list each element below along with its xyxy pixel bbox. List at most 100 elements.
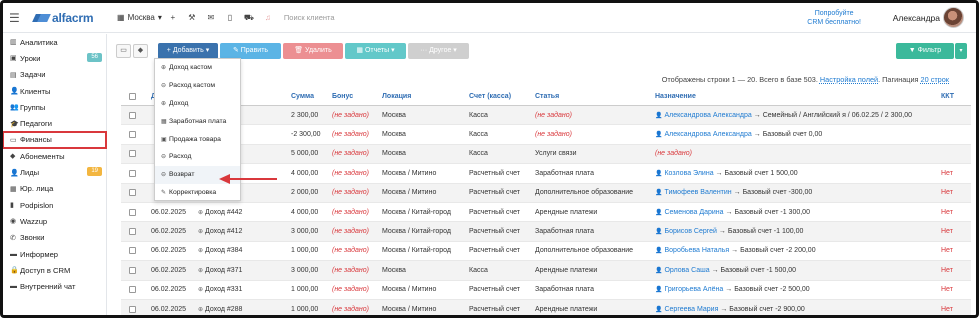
sidebar-item-clients[interactable]: 👤 Клиенты <box>3 83 106 99</box>
menu-icon[interactable]: ☰ <box>9 11 27 25</box>
row-checkbox[interactable] <box>129 242 139 260</box>
view-toggle-icon[interactable]: ▭ <box>116 44 131 58</box>
col-location[interactable]: Локация <box>382 88 467 105</box>
row-checkbox[interactable] <box>129 164 139 182</box>
pagination-link[interactable]: 20 строк <box>921 75 949 84</box>
sidebar-item-groups[interactable]: 👥 Группы <box>3 99 106 115</box>
row-checkbox[interactable] <box>129 300 139 315</box>
row-destination[interactable]: 👤 Александрова Александра → Базовый счет … <box>655 125 935 143</box>
row-person-link[interactable]: Борисов Сергей <box>664 228 716 235</box>
sidebar-item-chat[interactable]: ▬ Внутренний чат <box>3 278 106 294</box>
sidebar-item-analytics[interactable]: ▥ Аналитика <box>3 34 106 50</box>
row-name[interactable]: ⊕ Доход #412 <box>198 222 288 240</box>
row-checkbox[interactable] <box>129 261 139 279</box>
avatar[interactable] <box>943 7 964 28</box>
sidebar-item-subscriptions[interactable]: ◆ Абонементы <box>3 148 106 164</box>
sidebar-item-calls[interactable]: ✆ Звонки <box>3 230 106 246</box>
phone-icon[interactable]: ▯ <box>222 13 238 22</box>
cart-icon[interactable]: ⛟ <box>241 13 257 23</box>
dropdown-item-3[interactable]: ▦ Заработная плата <box>155 112 240 130</box>
row-person-link[interactable]: Семенова Дарина <box>664 209 723 216</box>
plus-icon[interactable]: + <box>165 13 181 22</box>
branch-selector[interactable]: ▦ Москва ▾ <box>117 13 162 22</box>
sidebar-item-legal[interactable]: ▦ Юр. лица <box>3 181 106 197</box>
user-name[interactable]: Александра <box>893 13 940 23</box>
row-name[interactable]: ⊕ Доход #384 <box>198 242 288 260</box>
table-row[interactable]: 06.02.2025 ⊕ Доход #442 4 000,00 (не задано)… <box>121 203 971 223</box>
row-name[interactable]: ⊕ Доход #371 <box>198 261 288 279</box>
row-checkbox[interactable] <box>129 184 139 202</box>
row-person-link[interactable]: Сергеева Мария <box>664 306 718 313</box>
sidebar-item-finances[interactable]: ▭ Финансы <box>3 130 107 150</box>
dropdown-item-7[interactable]: ✎ Корректировка <box>155 184 240 202</box>
col-destination[interactable]: Назначение <box>655 88 935 105</box>
row-destination[interactable]: (не задано) <box>655 145 935 163</box>
mail-icon[interactable]: ✉ <box>203 13 219 22</box>
table-row[interactable]: 06.02.2025 ⊕ Доход #331 1 000,00 (не задано)… <box>121 281 971 300</box>
table-row[interactable]: ⊕ход #502-2 300,00(не задано)МоскваКасса… <box>121 125 971 145</box>
bell-icon[interactable]: ♫ <box>260 13 276 22</box>
try-crm-link[interactable]: Попробуйте CRM бесплатно! <box>807 9 861 27</box>
reports-button[interactable]: ▦ Отчеты ▾ <box>345 43 406 59</box>
row-destination[interactable]: 👤 Александрова Александра → Семейный / Ан… <box>655 106 935 124</box>
row-destination[interactable]: 👤 Григорьева Алёна → Базовый счет -2 500,… <box>655 281 935 299</box>
table-row[interactable]: 06.02.2025 ⊕ Доход #412 3 000,00 (не задано)… <box>121 222 971 242</box>
row-person-link[interactable]: Воробьева Наталья <box>664 247 729 254</box>
col-bonus[interactable]: Бонус <box>332 88 380 105</box>
add-button[interactable]: + Добавить ▾ <box>158 43 218 59</box>
row-name[interactable]: ⊕ Доход #442 <box>198 203 288 221</box>
search-input[interactable]: Поиск клиента <box>284 13 484 22</box>
wrench-icon[interactable]: ⚒ <box>184 13 200 22</box>
tag-icon[interactable]: ◆ <box>133 44 148 58</box>
row-name[interactable]: ⊕ Доход #331 <box>198 281 288 299</box>
row-person-link[interactable]: Григорьева Алёна <box>664 286 723 293</box>
row-checkbox[interactable] <box>129 125 139 143</box>
delete-button[interactable]: 🗑 Удалить <box>283 43 343 59</box>
dropdown-item-4[interactable]: ▣ Продажа товара <box>155 130 240 148</box>
sidebar-item-podpislon[interactable]: ▮ Podpislon <box>3 197 106 213</box>
row-person-link[interactable]: Александрова Александра <box>664 112 751 119</box>
row-destination[interactable]: 👤 Сергеева Мария → Базовый счет -2 900,00 <box>655 300 935 315</box>
dropdown-item-1[interactable]: ⊖ Расход кастом <box>155 77 240 95</box>
row-destination[interactable]: 👤 Семенова Дарина → Базовый счет -1 300,0… <box>655 203 935 221</box>
row-checkbox[interactable] <box>129 281 139 299</box>
col-sum[interactable]: Сумма <box>291 88 331 105</box>
row-checkbox[interactable] <box>129 106 139 124</box>
row-person-link[interactable]: Александрова Александра <box>664 131 751 138</box>
sidebar-item-wazzup[interactable]: ◉ Wazzup <box>3 213 106 229</box>
table-row[interactable]: 5 000,00 (не задано) Москва Касса Услуги свя… <box>121 144 971 165</box>
select-all-checkbox[interactable] <box>129 88 139 105</box>
row-name[interactable]: ⊕ Доход #288 <box>198 300 288 315</box>
filter-dropdown-button[interactable]: ▾ <box>955 43 967 59</box>
row-person-link[interactable]: Козлова Элина <box>664 170 713 177</box>
row-checkbox[interactable] <box>129 203 139 221</box>
dropdown-item-2[interactable]: ⊕ Доход <box>155 95 240 113</box>
sidebar-item-access[interactable]: 🔒 Доступ в CRM <box>3 262 106 278</box>
dropdown-item-0[interactable]: ⊕ Доход кастом <box>155 59 240 77</box>
logo[interactable]: alfacrm <box>33 11 105 25</box>
col-article[interactable]: Статья <box>535 88 655 105</box>
sidebar-item-teachers[interactable]: 🎓 Педагоги <box>3 115 106 131</box>
row-destination[interactable]: 👤 Тимофеев Валентин → Базовый счет -300,0… <box>655 184 935 202</box>
sidebar-item-leads[interactable]: 👤 Лиды 19 <box>3 164 106 180</box>
table-row[interactable]: 06.02.2025 ⊕ Доход #288 1 000,00 (не задано)… <box>121 299 971 315</box>
row-destination[interactable]: 👤 Борисов Сергей → Базовый счет -1 100,00 <box>655 222 935 240</box>
table-row[interactable]: 06.02.2025 ⊕ Доход #384 1 000,00 (не задано)… <box>121 242 971 262</box>
row-person-link[interactable]: Орлова Саша <box>664 267 709 274</box>
fields-settings-link[interactable]: Настройка полей <box>820 75 878 84</box>
sidebar-item-tasks[interactable]: ▤ Задачи <box>3 67 106 83</box>
table-row[interactable]: ⊕ход #5032 300,00(не задано)МоскваКасса(… <box>121 106 971 126</box>
table-row[interactable]: 2 000,00 (не задано) Москва / Митино Расчет… <box>121 183 971 203</box>
col-account[interactable]: Счет (касса) <box>469 88 534 105</box>
row-destination[interactable]: 👤 Воробьева Наталья → Базовый счет -2 200… <box>655 242 935 260</box>
sidebar-item-informer[interactable]: ▬ Информер <box>3 246 106 262</box>
row-destination[interactable]: 👤 Козлова Элина → Базовый счет 1 500,00 <box>655 164 935 182</box>
sidebar-item-lessons[interactable]: ▣ Уроки 56 <box>3 50 106 66</box>
edit-button[interactable]: ✎ Править <box>220 43 281 59</box>
row-destination[interactable]: 👤 Орлова Саша → Базовый счет -1 500,00 <box>655 261 935 279</box>
table-row[interactable]: 06.02.2025 ⊕ Доход #371 3 000,00 (не задано)… <box>121 261 971 281</box>
row-person-link[interactable]: Тимофеев Валентин <box>664 189 731 196</box>
table-row[interactable]: 4 000,00 (не задано) Москва / Митино Расчет… <box>121 164 971 184</box>
filter-button[interactable]: ▼ Фильтр <box>896 43 954 59</box>
row-checkbox[interactable] <box>129 145 139 163</box>
